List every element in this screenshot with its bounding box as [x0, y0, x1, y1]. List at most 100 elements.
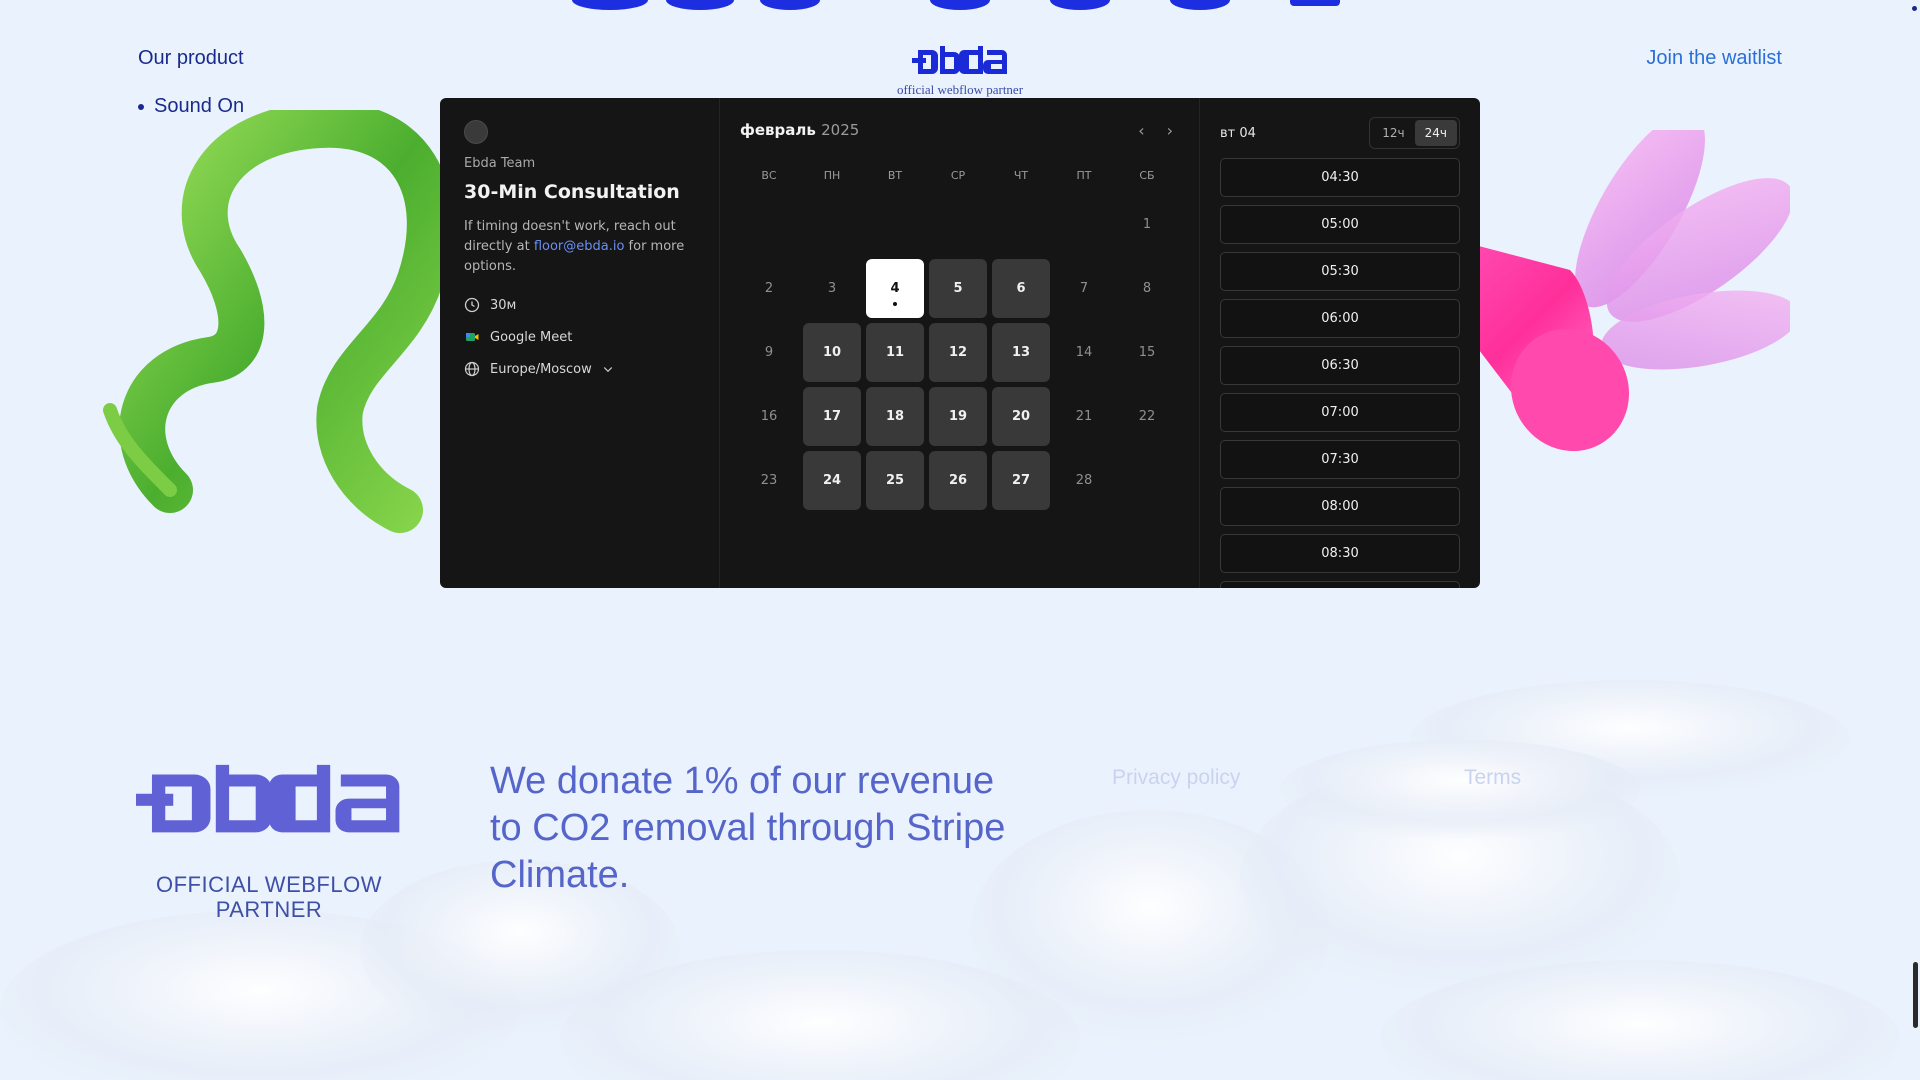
location-label: Google Meet: [490, 329, 573, 345]
team-name: Ebda Team: [464, 156, 536, 171]
weekday-header: СБ: [1139, 169, 1155, 182]
calendar-day: 9: [764, 345, 774, 360]
calendar-day[interactable]: 13: [992, 323, 1050, 382]
year-label: 2025: [821, 121, 860, 139]
event-title: 30-Min Consultation: [464, 181, 680, 203]
weekday-header: ПН: [823, 169, 841, 182]
timezone-select[interactable]: Europe/Moscow: [464, 361, 695, 377]
duration-row: 30м: [464, 297, 695, 313]
google-meet-icon: [466, 333, 479, 341]
time-slot-button[interactable]: 07:30: [1220, 440, 1460, 479]
calendar-day[interactable]: 12: [929, 323, 987, 382]
calendar-day: 8: [1142, 281, 1152, 296]
calendar-day: 21: [1075, 409, 1093, 424]
calendar-empty-cell: [992, 195, 1050, 254]
time-slot-button[interactable]: 05:30: [1220, 252, 1460, 291]
donation-statement: We donate 1% of our revenue to CO2 remov…: [490, 760, 1006, 896]
nav-our-product[interactable]: Our product: [138, 47, 244, 70]
footer-ebda-logo[interactable]: [136, 760, 402, 842]
calendar-day: 1: [1142, 217, 1152, 232]
duration-label: 30м: [490, 297, 517, 313]
header-partner-tag: official webflow partner: [896, 82, 1024, 97]
event-details-panel: Ebda Team 30-Min Consultation If timing …: [440, 98, 720, 588]
nav-sound-on[interactable]: Sound On: [138, 95, 244, 118]
calendar-day[interactable]: 6: [992, 259, 1050, 318]
chevron-left-icon[interactable]: ‹: [1138, 121, 1144, 140]
calendar-day[interactable]: 27: [992, 451, 1050, 510]
time-slot-button[interactable]: 04:30: [1220, 158, 1460, 197]
time-format-toggle: 12ч 24ч: [1369, 117, 1460, 149]
calendar-panel: февраль 2025 ‹ › ВС ПН ВТ СР ЧТ ПТ СБ 1 2 3 4 5 6 7 8 9…: [720, 98, 1200, 588]
calendar-day[interactable]: 20: [992, 387, 1050, 446]
time-slot-button[interactable]: 07:00: [1220, 393, 1460, 432]
calendar-day: 22: [1138, 409, 1156, 424]
time-slot-button[interactable]: 06:30: [1220, 346, 1460, 385]
privacy-policy-link[interactable]: Privacy policy: [1112, 766, 1240, 790]
timezone-label: Europe/Moscow: [490, 361, 592, 377]
event-description: If timing doesn't work, reach out direct…: [464, 217, 695, 277]
month-navigation: ‹ ›: [1138, 121, 1173, 140]
calendar-day: 23: [760, 473, 778, 488]
avatar: [464, 120, 488, 144]
time-slot-button[interactable]: 08:30: [1220, 534, 1460, 573]
time-slot-button[interactable]: 06:00: [1220, 299, 1460, 338]
selected-day-label: вт 04: [1220, 125, 1256, 141]
chevron-down-icon: [603, 367, 612, 373]
weekday-header: ПТ: [1076, 169, 1092, 182]
chevron-right-icon[interactable]: ›: [1167, 121, 1173, 140]
terms-link[interactable]: Terms: [1464, 766, 1521, 790]
calendar-day[interactable]: 19: [929, 387, 987, 446]
clock-icon: [464, 297, 480, 313]
weekday-header: ВТ: [887, 169, 903, 182]
time-slot-list: 04:30 05:00 05:30 06:00 06:30 07:00 07:30 08:00…: [1220, 158, 1460, 588]
calendar-empty-cell: [1118, 451, 1176, 510]
calendar-day-selected[interactable]: 4: [866, 259, 924, 318]
bullet-icon: [138, 103, 144, 110]
calendar-day[interactable]: 24: [803, 451, 861, 510]
calendar-header: февраль 2025 ‹ ›: [740, 118, 1179, 142]
calendar-grid: ВС ПН ВТ СР ЧТ ПТ СБ 1 2 3 4 5 6 7 8 9 10 11 12 13 14 15 16 17 1…: [740, 162, 1179, 510]
sound-on-label: Sound On: [154, 95, 245, 117]
weekday-header: ЧТ: [1013, 169, 1029, 182]
time-slot-header: вт 04 12ч 24ч: [1220, 117, 1460, 149]
format-12h-option[interactable]: 12ч: [1372, 120, 1414, 146]
calendar-day[interactable]: 25: [866, 451, 924, 510]
ebda-logo[interactable]: [910, 44, 1010, 78]
month-label: февраль: [740, 121, 816, 139]
footer-partner-tag: OFFICIAL WEBFLOW PARTNER: [156, 872, 382, 922]
format-24h-option[interactable]: 24ч: [1414, 120, 1457, 146]
calendar-day: 7: [1079, 281, 1089, 296]
globe-icon: [464, 361, 480, 377]
calendar-day: 2: [764, 281, 774, 296]
calendar-day[interactable]: 17: [803, 387, 861, 446]
time-slot-panel: вт 04 12ч 24ч 04:30 05:00 05:30 06:00 06:30 0…: [1200, 98, 1480, 588]
calendar-day: 15: [1138, 345, 1156, 360]
contact-email-link[interactable]: floor@ebda.io: [534, 239, 625, 254]
page-scrollbar[interactable]: [1913, 962, 1918, 1028]
calendar-day[interactable]: 10: [803, 323, 861, 382]
calendar-empty-cell: [803, 195, 861, 254]
weekday-header: ВС: [761, 169, 777, 182]
time-slot-button[interactable]: 05:00: [1220, 205, 1460, 244]
calendar-month-year: февраль 2025: [740, 121, 859, 139]
time-slot-button[interactable]: 08:00: [1220, 487, 1460, 526]
calendar-empty-cell: [740, 195, 798, 254]
corner-indicator: [1912, 6, 1917, 11]
weekday-header: СР: [950, 169, 966, 182]
green-ribbon-art: [103, 110, 453, 533]
calendar-day: 16: [760, 409, 778, 424]
location-row: Google Meet: [464, 329, 695, 345]
calendar-day[interactable]: 5: [929, 259, 987, 318]
join-waitlist-link[interactable]: Join the waitlist: [1646, 47, 1782, 70]
calendar-day[interactable]: 26: [929, 451, 987, 510]
calendar-day[interactable]: 11: [866, 323, 924, 382]
time-slot-button[interactable]: [1220, 581, 1460, 588]
booking-widget: Ebda Team 30-Min Consultation If timing …: [440, 98, 1480, 588]
calendar-day: 14: [1075, 345, 1093, 360]
calendar-day: 3: [827, 281, 837, 296]
calendar-empty-cell: [1055, 195, 1113, 254]
calendar-day: 28: [1075, 473, 1093, 488]
calendar-day[interactable]: 18: [866, 387, 924, 446]
calendar-empty-cell: [866, 195, 924, 254]
hero-text-fragment: [572, 0, 1340, 10]
